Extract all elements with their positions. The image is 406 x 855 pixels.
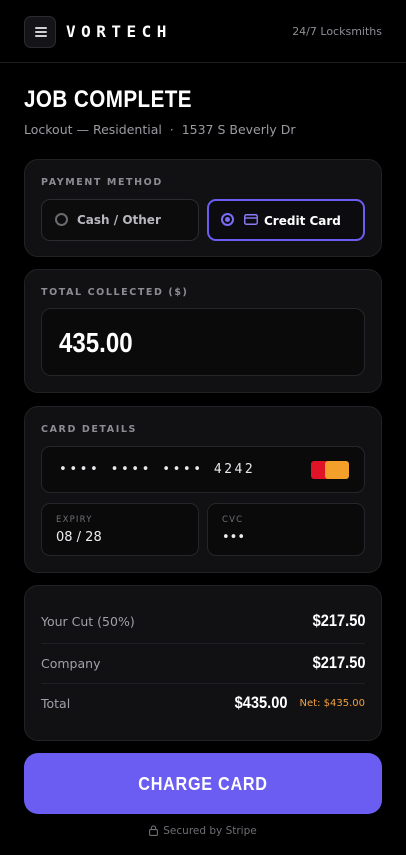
total-collected-card: TOTAL COLLECTED ($) 435.00: [24, 269, 382, 393]
lock-icon: [149, 825, 159, 836]
summary-row-total: Total $435.00 Net: $435.00: [41, 683, 365, 723]
section-label: TOTAL COLLECTED ($): [41, 287, 189, 298]
payment-option-cash[interactable]: Cash / Other: [41, 199, 199, 241]
summary-value: $217.50: [312, 611, 365, 630]
card-number-field[interactable]: •••• •••• •••• 4242: [41, 446, 365, 493]
summary-row-your-cut: Your Cut (50%) $217.50: [41, 602, 365, 642]
expiry-value: 08 / 28: [56, 530, 102, 545]
section-label: CARD DETAILS: [41, 424, 137, 435]
payment-option-label: Cash / Other: [77, 213, 161, 227]
card-number-value: •••• •••• •••• 4242: [59, 462, 256, 477]
tagline: 24/7 Locksmiths: [292, 25, 382, 38]
card-details-card: CARD DETAILS •••• •••• •••• 4242 EXPIRY …: [24, 406, 382, 573]
total-value: $435.00: [234, 693, 287, 712]
payment-option-label: Credit Card: [264, 214, 341, 228]
section-label: PAYMENT METHOD: [41, 177, 163, 188]
summary-label: Your Cut (50%): [41, 614, 135, 629]
cvc-value: •••: [222, 530, 246, 545]
cvc-field[interactable]: CVC •••: [207, 503, 365, 556]
credit-card-icon: [244, 214, 258, 225]
radio-unselected-icon: [55, 213, 68, 226]
payment-option-credit-card[interactable]: Credit Card: [207, 199, 365, 241]
total-label: Total: [41, 696, 71, 711]
top-bar: VORTECH 24/7 Locksmiths: [0, 0, 406, 63]
cvc-label: CVC: [222, 515, 244, 525]
page-title: JOB COMPLETE: [24, 86, 193, 113]
brand-logo: VORTECH: [66, 22, 172, 41]
radio-selected-icon: [221, 213, 234, 226]
expiry-label: EXPIRY: [56, 515, 93, 525]
expiry-field[interactable]: EXPIRY 08 / 28: [41, 503, 199, 556]
net-amount: Net: $435.00: [299, 698, 365, 709]
charge-button-label: CHARGE CARD: [138, 774, 268, 794]
amount-value: 435.00: [59, 327, 133, 358]
mastercard-icon: [311, 461, 349, 479]
amount-input[interactable]: 435.00: [41, 308, 365, 376]
charge-card-button[interactable]: CHARGE CARD: [24, 753, 382, 814]
summary-value: $217.50: [312, 653, 365, 672]
summary-label: Company: [41, 656, 101, 671]
secured-note: Secured by Stripe: [0, 824, 406, 838]
payment-method-card: PAYMENT METHOD Cash / Other Credit Card: [24, 159, 382, 257]
secured-text: Secured by Stripe: [163, 825, 257, 837]
payout-summary-card: Your Cut (50%) $217.50 Company $217.50 T…: [24, 585, 382, 741]
menu-button[interactable]: [24, 16, 56, 48]
summary-row-company: Company $217.50: [41, 643, 365, 683]
job-subtitle: Lockout — Residential · 1537 S Beverly D…: [24, 122, 296, 137]
